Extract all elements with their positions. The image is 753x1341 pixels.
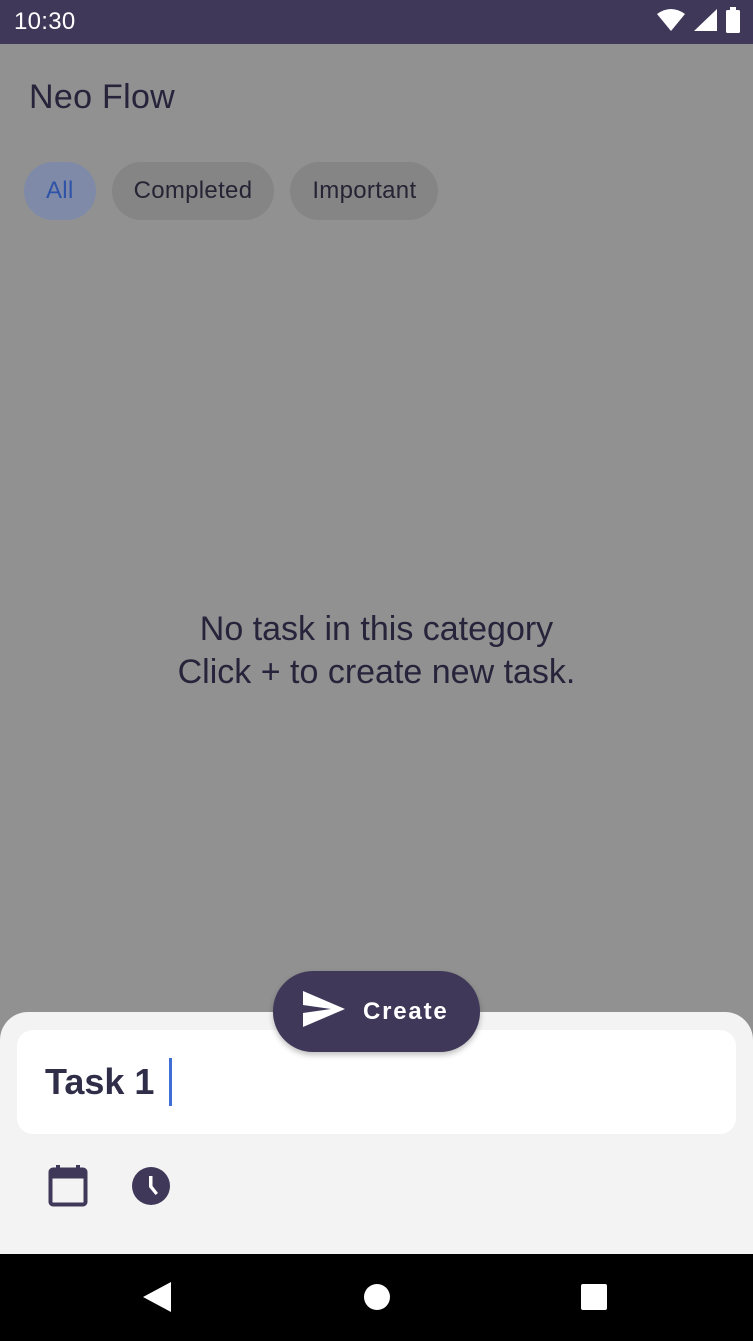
- task-title-input[interactable]: [45, 1056, 705, 1108]
- create-button[interactable]: Create: [273, 971, 480, 1052]
- home-icon[interactable]: [360, 1280, 394, 1314]
- filter-chip-important[interactable]: Important: [290, 162, 439, 220]
- back-icon[interactable]: [140, 1280, 174, 1314]
- filter-chip-completed[interactable]: Completed: [111, 162, 275, 220]
- app-title: Neo Flow: [29, 78, 176, 116]
- status-bar: 10:30: [0, 0, 753, 44]
- empty-state-message: No task in this category Click + to crea…: [0, 608, 753, 694]
- filter-chip-all[interactable]: All: [24, 162, 96, 220]
- status-icons: [657, 6, 741, 38]
- battery-icon: [725, 6, 741, 38]
- create-button-label: Create: [363, 997, 449, 1025]
- signal-icon: [693, 8, 717, 37]
- clock-icon[interactable]: [129, 1164, 173, 1208]
- filter-chips: All Completed Important: [24, 162, 439, 220]
- status-time: 10:30: [14, 8, 76, 35]
- recents-icon[interactable]: [577, 1280, 611, 1314]
- send-icon: [303, 991, 345, 1032]
- empty-state-line-2: Click + to create new task.: [177, 653, 576, 691]
- calendar-icon[interactable]: [46, 1164, 90, 1208]
- empty-state-line-1: No task in this category: [199, 610, 554, 648]
- text-caret: [169, 1058, 172, 1106]
- wifi-icon: [657, 8, 685, 37]
- system-nav-bar: [0, 1254, 753, 1341]
